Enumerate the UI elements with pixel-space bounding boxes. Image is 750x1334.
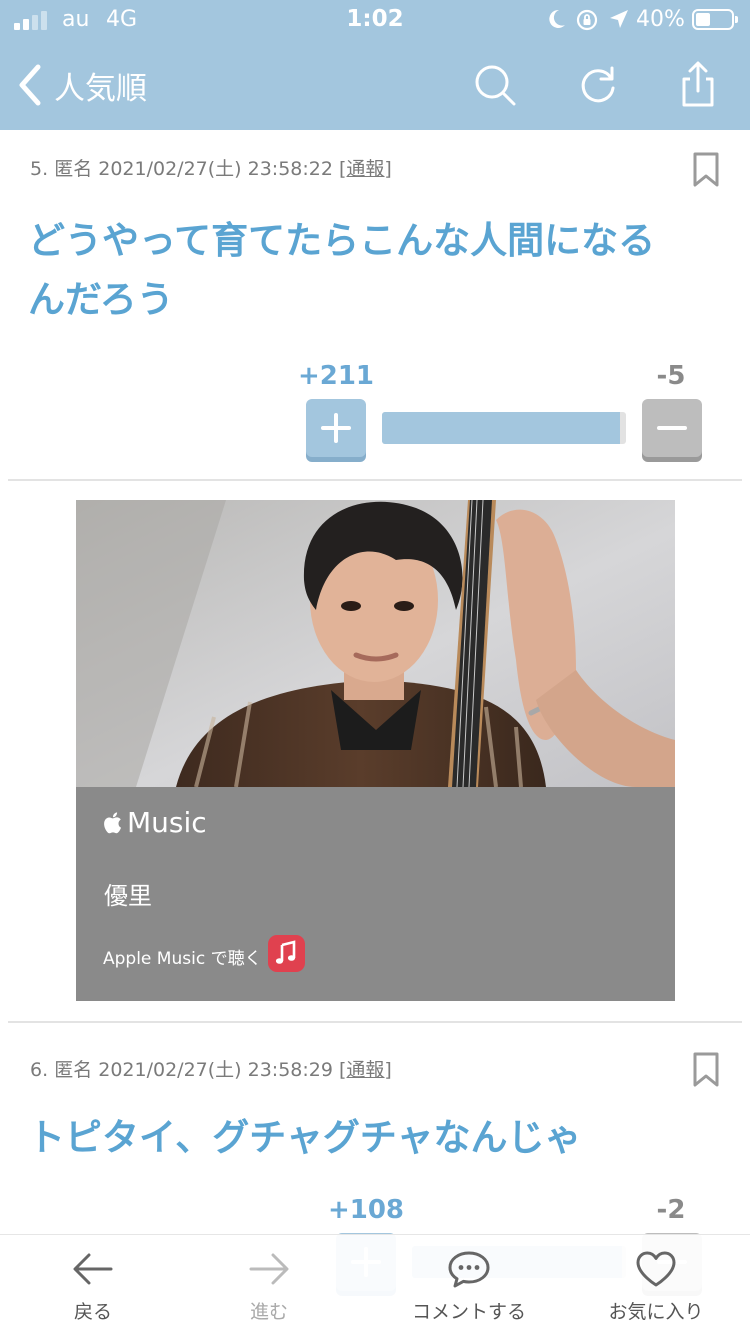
top-bar: au 4G 1:02 40% 人気順	[0, 0, 750, 130]
apple-music-logo: Music	[103, 806, 207, 839]
artist-photo	[76, 500, 675, 787]
favorite-label: お気に入り	[608, 1301, 704, 1323]
comment-bubble-icon	[448, 1251, 490, 1288]
refresh-button[interactable]	[573, 60, 623, 110]
location-icon	[610, 10, 628, 28]
comment-text-line: んだろう	[28, 278, 174, 321]
plus-count: +211	[297, 361, 375, 391]
divider	[8, 479, 742, 481]
bookmark-icon[interactable]	[692, 1052, 720, 1088]
music-note-icon	[275, 940, 296, 964]
search-button[interactable]	[470, 60, 520, 110]
comment-datetime: 2021/02/27(土) 23:58:29	[98, 1059, 333, 1081]
minus-count: -2	[656, 1195, 686, 1225]
minus-count: -5	[656, 361, 686, 391]
music-app-icon[interactable]	[268, 935, 305, 972]
divider	[8, 1021, 742, 1023]
vote-ratio-bar	[382, 412, 626, 444]
plus-count: +108	[327, 1195, 405, 1225]
comment-text: トピタイ、グチャグチャなんじゃ	[28, 1108, 718, 1167]
service-name: Music	[127, 806, 207, 839]
report-link[interactable]: [通報]	[339, 158, 392, 180]
comment-meta: 5. 匿名 2021/02/27(土) 23:58:22 [通報]	[30, 154, 392, 181]
comment-label: コメントする	[411, 1301, 526, 1323]
comment-datetime: 2021/02/27(土) 23:58:22	[98, 158, 333, 180]
comment-text-line: トピタイ、グチャグチャなんじゃ	[28, 1116, 582, 1159]
comment-button[interactable]: コメントする	[393, 1235, 545, 1334]
battery-level	[696, 13, 710, 26]
minus-button[interactable]	[642, 399, 702, 457]
comment-number: 5.	[30, 158, 49, 180]
chevron-left-icon	[19, 64, 41, 106]
favorite-button[interactable]: お気に入り	[596, 1235, 716, 1334]
forward-nav-label: 進む	[249, 1301, 288, 1323]
battery-icon	[692, 9, 738, 30]
plus-button[interactable]	[306, 399, 366, 457]
comment-text-line: どうやって育てたらこんな人間になる	[28, 219, 656, 262]
moon-icon	[549, 9, 565, 28]
comment-meta: 6. 匿名 2021/02/27(土) 23:58:29 [通報]	[30, 1055, 392, 1082]
back-nav-button[interactable]: 戻る	[33, 1235, 153, 1334]
artist-name: 優里	[104, 882, 152, 910]
back-nav-label: 戻る	[73, 1301, 112, 1323]
nav-bar: 人気順	[0, 40, 750, 130]
share-button[interactable]	[673, 60, 723, 110]
comment-author: 匿名	[54, 158, 93, 180]
comment-text: どうやって育てたらこんな人間になる んだろう	[28, 211, 718, 329]
arrow-left-icon	[73, 1253, 113, 1285]
back-button[interactable]: 人気順	[16, 60, 166, 110]
vote-ratio-fill	[382, 412, 621, 444]
report-link[interactable]: [通報]	[339, 1059, 392, 1081]
apple-logo-icon	[104, 811, 121, 833]
comment-number: 6.	[30, 1059, 49, 1081]
heart-icon	[636, 1251, 676, 1287]
bottom-toolbar: 戻る 進む コメントする お気に入り	[0, 1234, 750, 1334]
search-icon	[475, 65, 516, 106]
refresh-icon	[581, 66, 615, 103]
bookmark-icon[interactable]	[692, 152, 720, 188]
listen-link[interactable]: Apple Music で聴く	[103, 944, 262, 969]
rotation-lock-icon	[576, 9, 598, 31]
status-bar: au 4G 1:02 40%	[0, 0, 750, 40]
battery-percent: 40%	[636, 7, 685, 32]
share-icon	[682, 61, 714, 107]
apple-music-embed[interactable]: Music 優里 Apple Music で聴く	[76, 500, 675, 1001]
back-label: 人気順	[54, 70, 147, 107]
arrow-right-icon	[249, 1253, 289, 1285]
forward-nav-button[interactable]: 進む	[209, 1235, 329, 1334]
comment-author: 匿名	[54, 1059, 93, 1081]
